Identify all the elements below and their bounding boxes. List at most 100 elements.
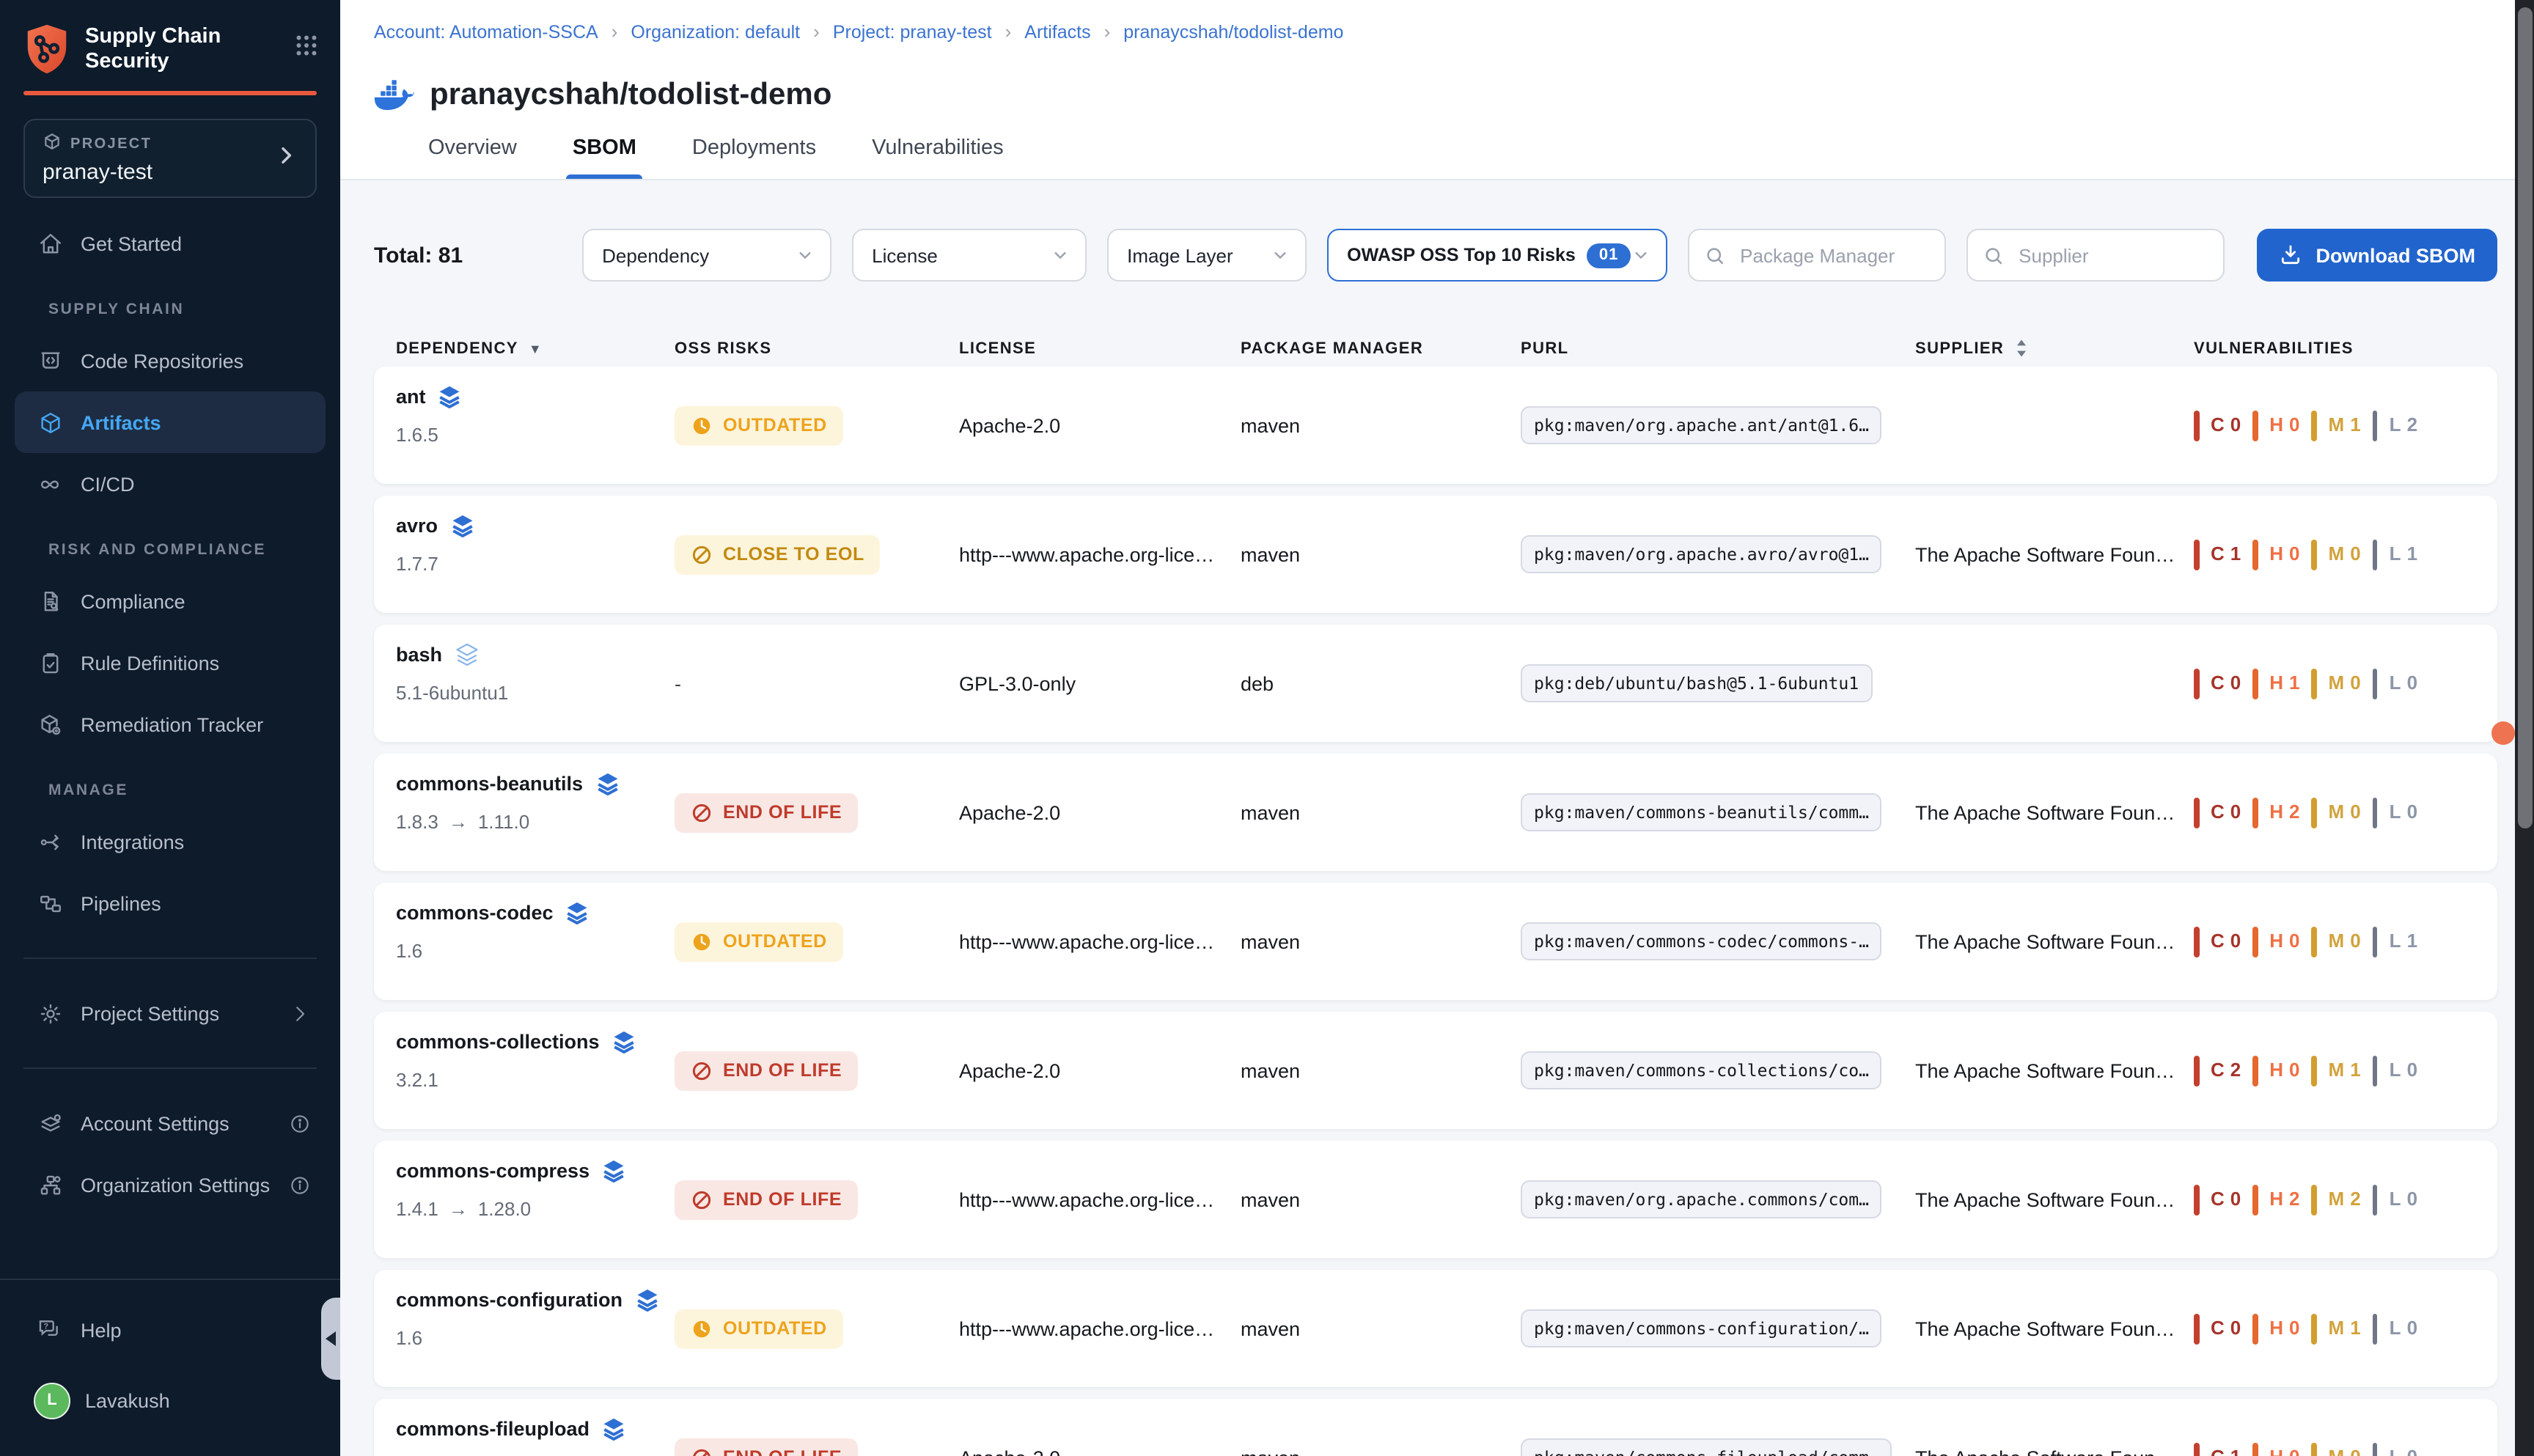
help-button[interactable]: ? Help (0, 1301, 340, 1359)
sidebar-collapse-handle[interactable] (321, 1298, 340, 1380)
filter-label: License (872, 244, 938, 266)
purl-value: pkg:maven/org.apache.ant/ant@1.6… (1521, 406, 1882, 444)
severity-l: L1 (2390, 928, 2417, 955)
severity-bar (2252, 668, 2258, 699)
severity-l: L0 (2390, 1315, 2417, 1342)
avatar: L (34, 1382, 70, 1419)
package-manager-value: maven (1241, 543, 1300, 565)
sidebar-item-rule-definitions[interactable]: Rule Definitions (0, 632, 340, 694)
table-row[interactable]: avro 1.7.7 CLOSE TO EOL http---www.apach… (374, 496, 2497, 613)
sidebar-item-artifacts[interactable]: Artifacts (15, 391, 326, 453)
package-manager-search[interactable] (1687, 229, 1945, 282)
oss-risk-badge: OUTDATED (675, 1309, 843, 1348)
table-row[interactable]: commons-compress 1.4.1→1.28.0 END OF LIF… (374, 1141, 2497, 1258)
severity-bar (2373, 797, 2378, 828)
license-value: http---www.apache.org-lice… (959, 543, 1214, 565)
owasp-filter-dropdown[interactable]: OWASP OSS Top 10 Risks01 (1326, 229, 1667, 282)
column-package-manager: PACKAGE MANAGER (1241, 339, 1521, 357)
sidebar-item-label: Account Settings (81, 1112, 229, 1134)
user-menu[interactable]: L Lavakush (0, 1368, 340, 1433)
severity-c: C0 (2211, 1186, 2241, 1213)
package-manager-input[interactable] (1737, 243, 1929, 268)
severity-h: H1 (2269, 670, 2299, 696)
oss-risk-badge: END OF LIFE (675, 1180, 858, 1219)
severity-bar (2373, 1184, 2378, 1215)
severity-c: C0 (2211, 799, 2241, 826)
image-layer-filter-dropdown[interactable]: Image Layer (1106, 229, 1306, 282)
clipboard-check-icon (37, 650, 63, 676)
vulnerability-counts: C1H0M0L1 (2194, 539, 2417, 570)
severity-m: M0 (2329, 928, 2361, 955)
ban-icon (691, 801, 713, 823)
breadcrumb-item[interactable]: Project: pranay-test (833, 21, 992, 42)
table-header: DEPENDENCY ▼ OSS RISKS LICENSE PACKAGE M… (374, 339, 2497, 358)
table-row[interactable]: bash 5.1-6ubuntu1 - GPL-3.0-only deb pkg… (374, 625, 2497, 742)
clock-icon (691, 414, 713, 436)
tab-overview[interactable]: Overview (425, 122, 520, 179)
sidebar-item-remediation-tracker[interactable]: Remediation Tracker (0, 694, 340, 755)
table-row[interactable]: commons-beanutils 1.8.3→1.11.0 END OF LI… (374, 754, 2497, 871)
dependency-name: commons-configuration (396, 1289, 623, 1311)
column-supplier[interactable]: SUPPLIER (1915, 339, 2194, 358)
table-row[interactable]: commons-fileupload END OF LIFE Apache-2.… (374, 1399, 2497, 1456)
supplier-value: The Apache Software Foun… (1915, 543, 2175, 565)
tab-vulnerabilities[interactable]: Vulnerabilities (869, 122, 1006, 179)
tab-sbom[interactable]: SBOM (570, 122, 639, 179)
download-sbom-button[interactable]: Download SBOM (2258, 229, 2498, 282)
supplier-value: The Apache Software Foun… (1915, 1446, 2175, 1456)
breadcrumb-item[interactable]: Account: Automation-SSCA (374, 21, 598, 42)
nav-divider (23, 1067, 317, 1069)
app-window: Supply Chain Security PROJECT pranay-tes… (0, 0, 2534, 1456)
project-selector[interactable]: PROJECT pranay-test (23, 119, 317, 198)
sidebar-item-label: Project Settings (81, 1002, 219, 1024)
app-title: Supply Chain Security (85, 24, 246, 74)
dependency-version: 1.7.7 (396, 553, 438, 575)
severity-bar (2373, 1313, 2378, 1344)
sidebar-item-project-settings[interactable]: Project Settings (0, 982, 340, 1044)
total-count: Total: 81 (374, 243, 463, 268)
layers-icon (454, 642, 479, 667)
tab-bar: Overview SBOM Deployments Vulnerabilities (425, 122, 1007, 179)
severity-bar (2373, 926, 2378, 957)
supplier-input[interactable] (2016, 243, 2208, 268)
infinity-icon (37, 471, 63, 497)
breadcrumb-item[interactable]: pranaycshah/todolist-demo (1123, 21, 1343, 42)
ban-icon (691, 1059, 713, 1081)
sidebar-item-ci-cd[interactable]: CI/CD (0, 453, 340, 515)
table-row[interactable]: commons-configuration 1.6 OUTDATED http-… (374, 1270, 2497, 1387)
app-logo-row: Supply Chain Security (0, 0, 340, 75)
scrollbar-thumb[interactable] (2517, 7, 2532, 828)
sidebar-item-pipelines[interactable]: Pipelines (0, 872, 340, 934)
table-row[interactable]: commons-codec 1.6 OUTDATED http---www.ap… (374, 883, 2497, 1000)
supplier-search[interactable] (1966, 229, 2224, 282)
oss-risk-cell: END OF LIFE (675, 1141, 959, 1258)
sidebar-item-account-settings[interactable]: Account Settings (0, 1092, 340, 1154)
severity-bar (2252, 797, 2258, 828)
sidebar-item-label: Rule Definitions (81, 652, 219, 674)
breadcrumb-item[interactable]: Organization: default (631, 21, 800, 42)
sidebar-item-compliance[interactable]: Compliance (0, 570, 340, 632)
sidebar-item-organization-settings[interactable]: Organization Settings (0, 1154, 340, 1216)
supplier-value: The Apache Software Foun… (1915, 1317, 2175, 1339)
tab-deployments[interactable]: Deployments (689, 122, 819, 179)
severity-bar (2252, 1313, 2258, 1344)
feedback-widget-dot[interactable] (2491, 721, 2515, 745)
sidebar-item-integrations[interactable]: Integrations (0, 811, 340, 872)
table-row[interactable]: commons-collections 3.2.1 END OF LIFE Ap… (374, 1012, 2497, 1129)
column-dependency[interactable]: DEPENDENCY ▼ (396, 339, 675, 357)
purl-value: pkg:maven/commons-beanutils/comm… (1521, 793, 1882, 831)
severity-l: L0 (2390, 799, 2417, 826)
app-switcher-grid-icon[interactable] (293, 32, 320, 66)
license-filter-dropdown[interactable]: License (851, 229, 1086, 282)
supplier-value: The Apache Software Foun… (1915, 930, 2175, 952)
help-label: Help (81, 1319, 122, 1341)
dependency-filter-dropdown[interactable]: Dependency (581, 229, 831, 282)
sidebar-item-code-repositories[interactable]: Code Repositories (0, 330, 340, 391)
page-title: pranaycshah/todolist-demo (430, 78, 831, 113)
vulnerability-counts: C0H0M0L1 (2194, 926, 2417, 957)
svg-text:?: ? (43, 1322, 48, 1331)
nav-section-header: MANAGE (0, 755, 340, 811)
breadcrumb-item[interactable]: Artifacts (1024, 21, 1090, 42)
table-row[interactable]: ant 1.6.5 OUTDATED Apache-2.0 maven pkg:… (374, 367, 2497, 484)
sidebar-item-get-started[interactable]: Get Started (0, 213, 340, 274)
